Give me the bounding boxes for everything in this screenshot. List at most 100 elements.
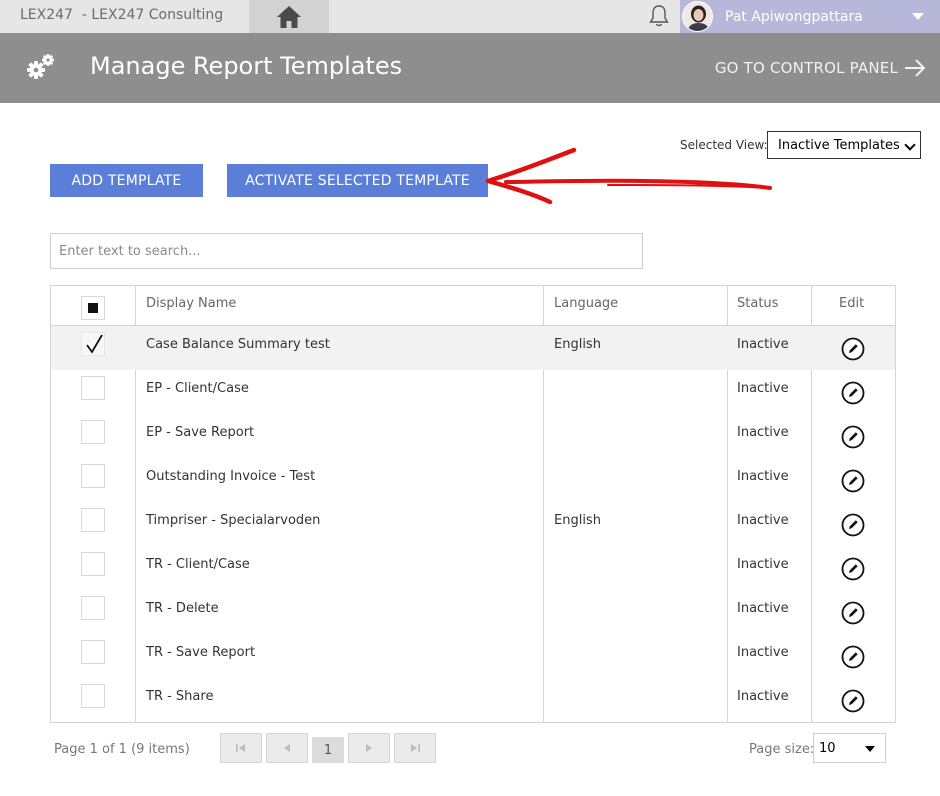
cell-display-name: EP - Client/Case xyxy=(146,381,249,396)
table-row[interactable]: TR - Save Report Inactive xyxy=(51,634,895,678)
cell-display-name: Outstanding Invoice - Test xyxy=(146,469,316,484)
edit-button[interactable] xyxy=(841,601,865,625)
row-checkbox[interactable] xyxy=(81,596,105,620)
edit-button[interactable] xyxy=(841,425,865,449)
cell-status: Inactive xyxy=(737,381,789,396)
cell-language: English xyxy=(554,513,601,528)
table-row[interactable]: EP - Save Report Inactive xyxy=(51,414,895,458)
row-checkbox[interactable] xyxy=(81,640,105,664)
selected-view-value[interactable]: Inactive Templates xyxy=(778,138,900,153)
last-page-icon xyxy=(411,744,420,752)
cell-status: Inactive xyxy=(737,469,789,484)
selected-view-dropdown[interactable]: Inactive Templates xyxy=(767,131,921,159)
arrow-right-icon[interactable] xyxy=(904,59,926,77)
templates-grid: Display Name Language Status Edit Case B… xyxy=(50,285,896,723)
cell-status: Inactive xyxy=(737,337,789,352)
table-row[interactable]: Outstanding Invoice - Test Inactive xyxy=(51,458,895,502)
first-page-icon xyxy=(236,744,245,752)
row-checkbox[interactable] xyxy=(81,684,105,708)
pencil-icon[interactable] xyxy=(841,513,865,537)
edit-button[interactable] xyxy=(841,689,865,713)
edit-button[interactable] xyxy=(841,645,865,669)
grid-header: Display Name Language Status Edit xyxy=(51,286,895,326)
column-header-edit: Edit xyxy=(839,296,865,311)
pencil-icon[interactable] xyxy=(841,601,865,625)
edit-button[interactable] xyxy=(841,513,865,537)
page-size-value[interactable]: 10 xyxy=(819,741,836,756)
pencil-icon[interactable] xyxy=(841,425,865,449)
cell-display-name: Timpriser - Specialarvoden xyxy=(146,513,321,528)
last-page-button[interactable] xyxy=(394,733,436,763)
next-page-icon xyxy=(366,744,372,752)
edit-button[interactable] xyxy=(841,557,865,581)
row-checkbox[interactable] xyxy=(81,552,105,576)
cell-status: Inactive xyxy=(737,513,789,528)
previous-page-icon xyxy=(284,744,290,752)
cell-display-name: TR - Save Report xyxy=(146,645,256,660)
user-menu[interactable]: Pat Apiwongpattara xyxy=(680,0,940,33)
page-header: Manage Report Templates GO TO CONTROL PA… xyxy=(0,33,940,103)
column-header-language[interactable]: Language xyxy=(554,296,618,311)
pager-info: Page 1 of 1 (9 items) xyxy=(54,742,190,757)
table-row[interactable]: Case Balance Summary test English Inactive xyxy=(51,326,895,370)
cell-status: Inactive xyxy=(737,425,789,440)
cell-status: Inactive xyxy=(737,689,789,704)
caret-down-icon[interactable] xyxy=(865,746,875,752)
avatar[interactable] xyxy=(682,1,713,32)
cell-display-name: EP - Save Report xyxy=(146,425,255,440)
edit-button[interactable] xyxy=(841,381,865,405)
table-row[interactable]: TR - Client/Case Inactive xyxy=(51,546,895,590)
add-template-button[interactable]: ADD TEMPLATE xyxy=(50,164,203,197)
pencil-icon[interactable] xyxy=(841,689,865,713)
cell-status: Inactive xyxy=(737,645,789,660)
user-name[interactable]: Pat Apiwongpattara xyxy=(725,9,863,25)
page-size-dropdown[interactable]: 10 xyxy=(813,733,886,763)
home-button[interactable] xyxy=(249,0,329,33)
row-checkbox[interactable] xyxy=(81,376,105,400)
table-row[interactable]: TR - Delete Inactive xyxy=(51,590,895,634)
checkmark-icon xyxy=(86,334,103,354)
search-input[interactable] xyxy=(50,233,643,269)
top-bar: LEX247 - LEX247 Consulting Pat Apiwongpa… xyxy=(0,0,940,33)
pencil-icon[interactable] xyxy=(841,645,865,669)
annotation-arrow-icon xyxy=(485,147,772,205)
cell-status: Inactive xyxy=(737,601,789,616)
gears-icon xyxy=(27,54,54,79)
previous-page-button[interactable] xyxy=(266,733,308,763)
page-number-button[interactable]: 1 xyxy=(312,737,344,763)
caret-down-icon[interactable] xyxy=(912,13,924,20)
page-size-label: Page size: xyxy=(749,742,815,757)
first-page-button[interactable] xyxy=(220,733,262,763)
cell-display-name: TR - Share xyxy=(146,689,214,704)
column-header-display-name[interactable]: Display Name xyxy=(146,296,236,311)
control-panel-label[interactable]: GO TO CONTROL PANEL xyxy=(715,59,898,77)
cell-status: Inactive xyxy=(737,557,789,572)
row-checkbox[interactable] xyxy=(81,420,105,444)
pencil-icon[interactable] xyxy=(841,337,865,361)
edit-button[interactable] xyxy=(841,469,865,493)
bell-icon[interactable] xyxy=(646,3,672,29)
page-title: Manage Report Templates xyxy=(90,52,403,80)
row-checkbox[interactable] xyxy=(81,464,105,488)
pencil-icon[interactable] xyxy=(841,469,865,493)
pencil-icon[interactable] xyxy=(841,557,865,581)
home-icon xyxy=(277,5,301,28)
column-header-status[interactable]: Status xyxy=(737,296,778,311)
pencil-icon[interactable] xyxy=(841,381,865,405)
chevron-down-icon[interactable] xyxy=(904,139,916,151)
activate-selected-template-button[interactable]: ACTIVATE SELECTED TEMPLATE xyxy=(227,164,488,197)
go-to-control-panel-link[interactable]: GO TO CONTROL PANEL xyxy=(715,59,926,77)
table-row[interactable]: TR - Share Inactive xyxy=(51,678,895,722)
table-row[interactable]: Timpriser - Specialarvoden English Inactiv… xyxy=(51,502,895,546)
select-all-checkbox[interactable] xyxy=(81,296,105,320)
cell-display-name: TR - Delete xyxy=(146,601,219,616)
row-checkbox[interactable] xyxy=(81,508,105,532)
row-checkbox[interactable] xyxy=(81,332,105,356)
table-row[interactable]: EP - Client/Case Inactive xyxy=(51,370,895,414)
brand-label: LEX247 - LEX247 Consulting xyxy=(20,7,224,23)
cell-language: English xyxy=(554,337,601,352)
cell-display-name: Case Balance Summary test xyxy=(146,337,330,352)
next-page-button[interactable] xyxy=(348,733,390,763)
edit-button[interactable] xyxy=(841,337,865,361)
cell-display-name: TR - Client/Case xyxy=(146,557,250,572)
